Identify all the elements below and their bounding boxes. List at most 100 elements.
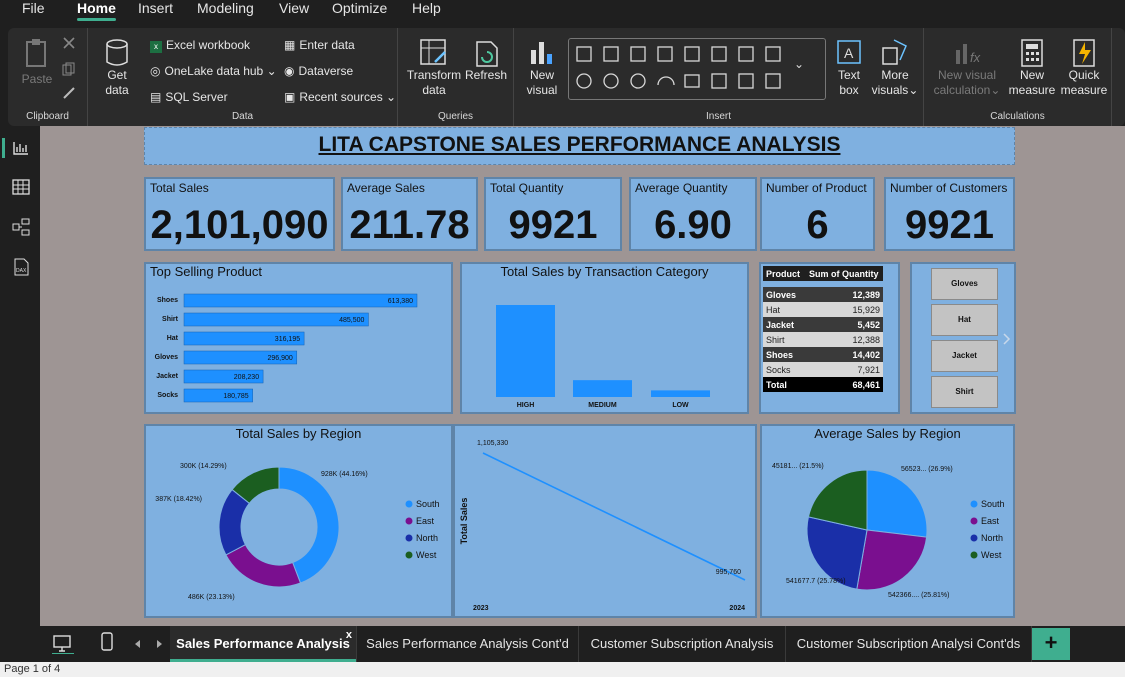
sales-trend-chart: 1,105,330 995,760 2023 2024 Total Sales: [459, 440, 746, 612]
bar: [183, 293, 418, 308]
legend-label: West: [981, 550, 1002, 560]
sql-server-button[interactable]: ▤ SQL Server: [150, 90, 228, 104]
legend-label: West: [416, 550, 437, 560]
average-sales-by-region-visual[interactable]: Average Sales by Region 56523... (26.9%)…: [760, 424, 1015, 618]
matrix-header-quantity[interactable]: Sum of Quantity: [805, 266, 883, 281]
menu-view[interactable]: View: [279, 0, 309, 22]
new-visual-button[interactable]: New visual: [520, 38, 564, 98]
transaction-category-visual[interactable]: Total Sales by Transaction Category HIGH…: [460, 262, 749, 414]
slicer-button-gloves[interactable]: Gloves: [931, 268, 998, 300]
kpi-label: Average Sales: [347, 181, 425, 195]
insert-group: New visual ⌄ A Text box More visuals⌄ In…: [514, 28, 924, 126]
slice-data-label: 486K (23.13%): [188, 594, 235, 601]
bar-data-label: 208,230: [234, 374, 259, 381]
kpi-number-of-customers[interactable]: Number of Customers 9921: [884, 177, 1015, 251]
bar-data-label: 180,785: [223, 393, 248, 400]
bar-category-label: Shirt: [162, 316, 179, 323]
product-quantity-matrix[interactable]: Product Sum of Quantity Gloves 12,389 Hat…: [759, 262, 900, 414]
model-view-icon[interactable]: [12, 218, 30, 236]
tab-label: Sales Performance Analysis: [176, 636, 350, 651]
slice-data-label: 928K (44.16%): [321, 471, 368, 478]
matrix-header-product[interactable]: Product: [763, 266, 805, 281]
legend-marker: [970, 500, 978, 508]
quick-measure-button[interactable]: Quick measure: [1058, 38, 1110, 98]
new-visual-icon: [531, 42, 552, 64]
mobile-layout-icon[interactable]: [100, 632, 114, 652]
tab-sales-performance-analysis[interactable]: Sales Performance Analysis x: [170, 626, 357, 662]
total-sales-by-region-visual[interactable]: Total Sales by Region 928K (44.16%) 486K …: [144, 424, 453, 618]
get-data-button[interactable]: Get data: [96, 38, 138, 98]
clipboard-group: Paste Clipboard: [8, 28, 88, 126]
paste-button[interactable]: Paste: [20, 38, 54, 87]
svg-text:⌄: ⌄: [794, 57, 804, 71]
new-visual-calculation-button[interactable]: fx New visual calculation⌄: [930, 38, 1004, 98]
get-data-label: Get: [107, 68, 127, 82]
kpi-number-of-product[interactable]: Number of Product 6: [760, 177, 875, 251]
slicer-button-jacket[interactable]: Jacket: [931, 340, 998, 372]
legend-marker: [970, 517, 978, 525]
dax-query-view-icon[interactable]: DAX: [12, 258, 30, 276]
dataverse-button[interactable]: ◉ Dataverse: [284, 64, 353, 78]
transform-label: Transform: [406, 68, 462, 82]
report-view-icon[interactable]: [0, 138, 40, 158]
menu-file[interactable]: File: [22, 0, 45, 22]
previous-page-icon[interactable]: [133, 639, 143, 649]
tab-close-icon[interactable]: x: [346, 617, 352, 653]
menu-insert[interactable]: Insert: [138, 0, 173, 22]
tab-sales-performance-analysis-contd[interactable]: Sales Performance Analysis Cont'd: [357, 626, 579, 662]
tab-customer-subscription-analysis-contds[interactable]: Customer Subscription Analysi Cont'ds: [786, 626, 1032, 662]
view-sidebar: DAX: [0, 126, 40, 626]
new-measure-label-2: measure: [1008, 83, 1056, 97]
chevron-right-icon[interactable]: [1002, 332, 1012, 346]
table-view-icon[interactable]: [12, 178, 30, 196]
new-measure-button[interactable]: New measure: [1008, 38, 1056, 98]
dataverse-icon: ◉: [284, 64, 295, 78]
kpi-average-sales[interactable]: Average Sales 211.78: [341, 177, 478, 251]
page-tab-bar: Sales Performance Analysis x Sales Perfo…: [0, 626, 1125, 662]
desktop-layout-icon[interactable]: [52, 634, 74, 654]
kpi-total-quantity[interactable]: Total Quantity 9921: [484, 177, 622, 251]
paste-label: Paste: [21, 72, 53, 86]
more-visuals-button[interactable]: More visuals⌄: [870, 38, 920, 98]
series-line: [482, 452, 746, 581]
enter-data-button[interactable]: ▦ Enter data: [284, 38, 355, 52]
slicer-button-hat[interactable]: Hat: [931, 304, 998, 336]
matrix-cell-product: Gloves: [766, 289, 797, 300]
excel-workbook-button[interactable]: x Excel workbook: [150, 38, 250, 53]
cut-icon[interactable]: [62, 36, 76, 50]
top-selling-product-visual[interactable]: Top Selling Product Shoes 613,380 Shirt 485…: [144, 262, 453, 414]
copy-icon[interactable]: [62, 62, 76, 76]
kpi-average-quantity[interactable]: Average Quantity 6.90: [629, 177, 757, 251]
insert-group-label: Insert: [705, 111, 731, 122]
menu-optimize[interactable]: Optimize: [332, 0, 387, 22]
matrix-cell-qty: 12,388: [852, 334, 880, 345]
menu-home[interactable]: Home: [77, 0, 116, 22]
next-page-icon[interactable]: [154, 639, 164, 649]
slicer-button-shirt[interactable]: Shirt: [931, 376, 998, 408]
tab-label: Customer Subscription Analysi Cont'ds: [796, 636, 1021, 651]
dataverse-label: Dataverse: [298, 64, 354, 78]
recent-sources-button[interactable]: ▣ Recent sources ⌄: [284, 90, 396, 104]
add-page-button[interactable]: +: [1032, 628, 1070, 660]
kpi-value: 9921: [905, 203, 994, 247]
text-box-button[interactable]: A Text box: [832, 38, 866, 98]
quick-measure-label: Quick: [1068, 68, 1100, 82]
matrix-cell-product: Socks: [766, 364, 791, 375]
refresh-button[interactable]: Refresh: [464, 38, 508, 83]
kpi-total-sales[interactable]: Total Sales 2,101,090: [144, 177, 335, 251]
matrix-total-value: 68,461: [852, 379, 880, 390]
transform-data-button[interactable]: Transform data: [406, 38, 462, 98]
menu-modeling[interactable]: Modeling: [197, 0, 254, 22]
paste-icon: [26, 39, 46, 67]
menu-help[interactable]: Help: [412, 0, 441, 22]
refresh-label: Refresh: [464, 68, 508, 82]
format-painter-icon[interactable]: [62, 86, 76, 100]
onelake-button[interactable]: ◎ OneLake data hub ⌄: [150, 64, 277, 78]
tab-customer-subscription-analysis[interactable]: Customer Subscription Analysis: [579, 626, 786, 662]
matrix-cell-qty: 7,921: [857, 364, 880, 375]
bar-data-label: 485,500: [339, 317, 364, 324]
clipboard-group-label: Clipboard: [26, 111, 69, 122]
bar-category-label: Hat: [167, 335, 179, 342]
onelake-icon: ◎: [150, 64, 161, 78]
sales-trend-visual[interactable]: 1,105,330 995,760 2023 2024 Total Sales: [453, 424, 757, 618]
